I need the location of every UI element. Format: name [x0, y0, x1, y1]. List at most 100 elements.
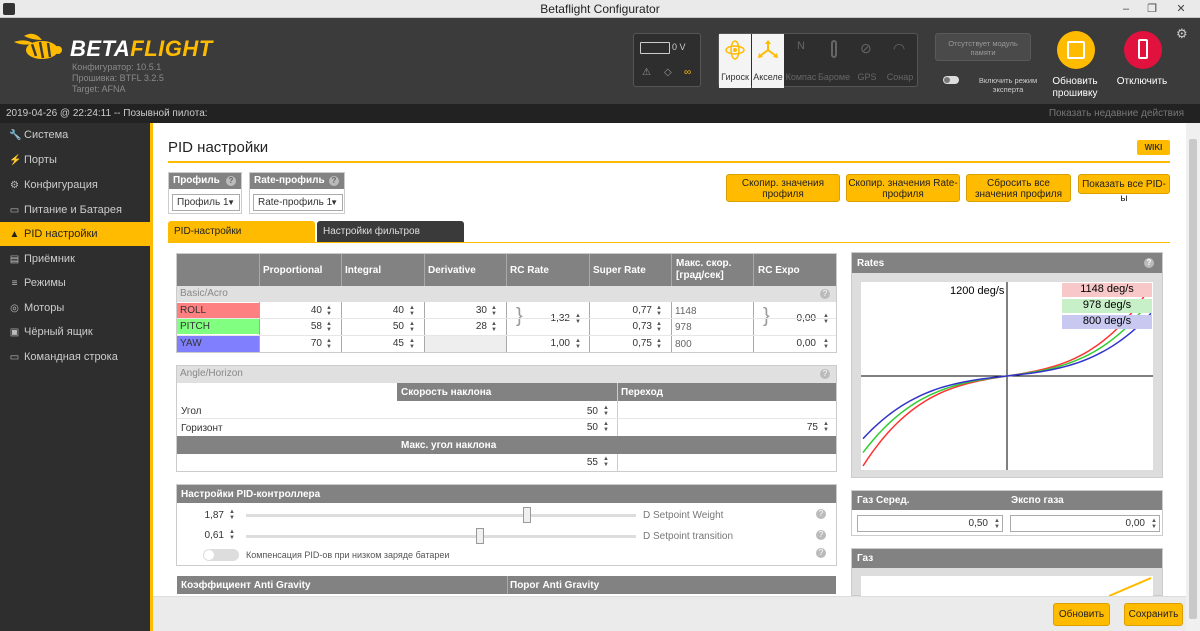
show-recent-actions[interactable]: Показать недавние действия [1049, 108, 1184, 119]
gear-icon: ⚙ [10, 180, 19, 191]
pitch-super-rate-input[interactable]: 0,73 [592, 321, 652, 332]
sidebar-item-power[interactable]: ▭ Питание и Батарея [0, 198, 150, 222]
sidebar-item-ports[interactable]: ⚡ Порты [0, 148, 150, 172]
roll-p-input[interactable]: 40 [262, 305, 322, 316]
wiki-button[interactable]: WIKI [1137, 140, 1170, 155]
spinner-icon[interactable]: ▲ ▼ [491, 305, 497, 317]
slider-knob[interactable] [476, 528, 484, 544]
help-icon[interactable]: ? [816, 548, 826, 558]
spinner-icon[interactable]: ▲ ▼ [575, 313, 581, 325]
setpoint-weight-slider[interactable] [246, 514, 636, 517]
spinner-icon[interactable]: ▲ ▼ [409, 321, 415, 333]
disconnect-button[interactable] [1124, 31, 1162, 69]
transition-input[interactable]: 75 [760, 422, 818, 433]
horizon-input[interactable]: 50 [540, 422, 598, 433]
logo-text: BETAFLIGHT [70, 36, 213, 62]
reset-profile-button[interactable]: Сбросить все значения профиля [966, 174, 1071, 202]
help-icon[interactable]: ? [816, 530, 826, 540]
spinner-icon[interactable]: ▲ ▼ [326, 321, 332, 333]
yaw-i-input[interactable]: 45 [344, 338, 404, 349]
spinner-icon[interactable]: ▲ ▼ [603, 405, 609, 417]
spinner-icon[interactable]: ▲ ▼ [656, 338, 662, 350]
battery-compensation-toggle[interactable] [203, 549, 239, 561]
setpoint-transition-input[interactable]: 0,61 [182, 530, 224, 541]
spinner-icon[interactable]: ▲ ▼ [575, 338, 581, 350]
yaw-d-empty [425, 336, 506, 352]
scrollbar-thumb[interactable] [1189, 139, 1197, 619]
pitch-d-input[interactable]: 28 [427, 321, 487, 332]
sidebar-item-blackbox[interactable]: ▣ Чёрный ящик [0, 320, 150, 344]
minimize-button[interactable]: – [1115, 0, 1137, 18]
sidebar-item-receiver[interactable]: ▤ Приёмник [0, 247, 150, 271]
slider-knob[interactable] [522, 507, 531, 523]
spinner-icon[interactable]: ▲ ▼ [823, 313, 829, 325]
yaw-rc-rate-input[interactable]: 1,00 [532, 338, 570, 349]
row-label-roll: ROLL [177, 303, 259, 318]
setpoint-weight-input[interactable]: 1,87 [182, 510, 224, 521]
show-all-pids-button[interactable]: Показать все PID-ы [1078, 174, 1170, 204]
angle-horizon-section: Angle/Horizon ? [177, 366, 836, 383]
angle-input[interactable]: 50 [540, 406, 598, 417]
maximize-button[interactable]: ❐ [1141, 0, 1163, 18]
refresh-button[interactable]: Обновить [1053, 603, 1110, 626]
help-icon[interactable]: ? [1144, 258, 1154, 268]
pitch-i-input[interactable]: 50 [344, 321, 404, 332]
spinner-icon[interactable]: ▲ ▼ [409, 338, 415, 350]
setpoint-transition-slider[interactable] [246, 535, 636, 538]
sensor-compass: N Компас [785, 34, 817, 88]
roll-d-input[interactable]: 30 [427, 305, 487, 316]
spinner-icon[interactable]: ▲ ▼ [229, 529, 235, 541]
roll-i-input[interactable]: 40 [344, 305, 404, 316]
rate-profile-select[interactable]: Rate-профиль 1 ▼ [253, 194, 343, 211]
spinner-icon[interactable]: ▲ ▼ [326, 305, 332, 317]
spinner-icon[interactable]: ▲ ▼ [994, 518, 1000, 530]
sidebar-item-configuration[interactable]: ⚙ Конфигурация [0, 173, 150, 197]
spinner-icon[interactable]: ▲ ▼ [823, 421, 829, 433]
sidebar-item-cli[interactable]: ▭ Командная строка [0, 345, 150, 369]
profile-select[interactable]: Профиль 1 ▼ [172, 194, 240, 211]
close-button[interactable]: ✕ [1170, 0, 1192, 18]
brace-icon: } [763, 305, 770, 327]
sidebar-item-system[interactable]: 🔧 Система [0, 123, 150, 147]
yaw-expo-input[interactable]: 0,00 [778, 338, 816, 349]
spinner-icon[interactable]: ▲ ▼ [326, 338, 332, 350]
spinner-icon[interactable]: ▲ ▼ [656, 305, 662, 317]
throttle-chart-bg [861, 576, 1153, 596]
spinner-icon[interactable]: ▲ ▼ [823, 338, 829, 350]
tab-filter-settings[interactable]: Настройки фильтров [317, 221, 464, 242]
spinner-icon[interactable]: ▲ ▼ [1151, 518, 1157, 530]
help-icon[interactable]: ? [329, 176, 339, 186]
spinner-icon[interactable]: ▲ ▼ [603, 421, 609, 433]
roll-super-rate-input[interactable]: 0,77 [592, 305, 652, 316]
help-icon[interactable]: ? [820, 289, 830, 299]
help-icon[interactable]: ? [816, 509, 826, 519]
expert-toggle-switch[interactable] [943, 76, 959, 84]
pitch-p-input[interactable]: 58 [262, 321, 322, 332]
spinner-icon[interactable]: ▲ ▼ [409, 305, 415, 317]
sidebar-item-pid[interactable]: ▲ PID настройки [0, 222, 150, 246]
sensor-compass-label: Компас [785, 72, 817, 82]
spinner-icon[interactable]: ▲ ▼ [229, 509, 235, 521]
throttle-expo-label: Экспо газа [1011, 495, 1064, 506]
throttle-expo-input[interactable]: 0,00 ▲ ▼ [1010, 515, 1160, 532]
yaw-p-input[interactable]: 70 [262, 338, 322, 349]
help-icon[interactable]: ? [226, 176, 236, 186]
sidebar-item-motors[interactable]: ◎ Моторы [0, 296, 150, 320]
sidebar-item-label: Приёмник [24, 253, 75, 265]
spinner-icon[interactable]: ▲ ▼ [603, 456, 609, 468]
help-icon[interactable]: ? [820, 369, 830, 379]
settings-gear-icon[interactable]: ⚙ [1176, 26, 1188, 42]
tab-pid-settings[interactable]: PID-настройки [168, 221, 315, 242]
battery-compensation-label: Компенсация PID-ов при низком заряде бат… [246, 550, 450, 560]
throttle-mid-input[interactable]: 0,50 ▲ ▼ [857, 515, 1003, 532]
save-button[interactable]: Сохранить [1124, 603, 1183, 626]
max-tilt-input[interactable]: 55 [540, 457, 598, 468]
spinner-icon[interactable]: ▲ ▼ [656, 321, 662, 333]
sidebar-item-modes[interactable]: ≡ Режимы [0, 271, 150, 295]
scrollbar[interactable] [1186, 123, 1200, 631]
copy-profile-button[interactable]: Скопир. значения профиля [726, 174, 840, 202]
yaw-super-rate-input[interactable]: 0,75 [592, 338, 652, 349]
copy-rate-profile-button[interactable]: Скопир. значения Rate-профиля [846, 174, 960, 202]
update-firmware-button[interactable] [1057, 31, 1095, 69]
spinner-icon[interactable]: ▲ ▼ [491, 321, 497, 333]
